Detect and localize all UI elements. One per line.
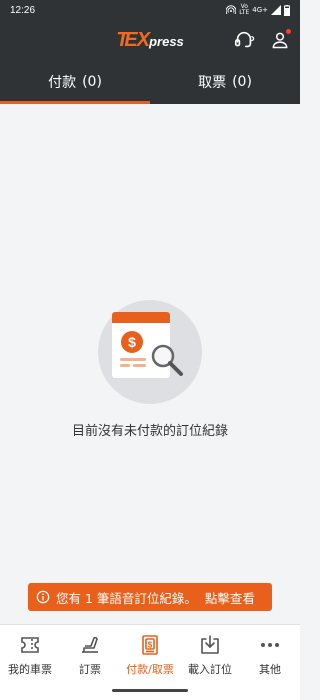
nav-my-tickets-label: 我的車票 [8,663,52,676]
notification-dot [286,29,291,34]
headset-icon [234,31,255,48]
voice-booking-notice[interactable]: 您有 1 筆語音訂位紀錄。 點擊查看 [28,583,272,611]
empty-payment-illustration: $ [98,300,202,404]
hotspot-icon [226,5,237,15]
svg-text:$: $ [148,641,153,650]
seat-icon [82,636,98,653]
battery-icon [284,4,290,16]
tab-bar: 付款 (0) 取票 (0) [0,60,300,104]
more-icon [261,643,279,647]
nav-payment-pickup-label: 付款/取票 [126,663,174,676]
empty-state: $ 目前沒有未付款的訂位紀錄 [0,104,300,574]
payment-icon: $ [142,635,158,655]
tab-pickup-count: (0) [232,74,252,90]
voice-notice-link[interactable]: 點擊查看 [205,588,255,607]
volte-bottom: LTE [239,9,250,16]
nav-booking[interactable]: 訂票 [60,625,120,682]
nav-my-tickets[interactable]: 我的車票 [0,625,60,682]
ticket-icon [21,637,39,653]
nav-other-label: 其他 [259,663,281,676]
status-time: 12:26 [10,4,36,16]
gesture-bar [0,682,300,700]
tab-pickup[interactable]: 取票 (0) [150,60,300,104]
app-header: T EX press [0,20,300,60]
tab-payment-label: 付款 [48,75,77,91]
home-gesture-handle[interactable] [112,689,188,692]
bottom-nav: 我的車票 訂票 $ 付款/取票 載入訂位 其他 [0,624,300,682]
status-bar: 12:26 Vo LTE 4G+ [0,0,300,20]
nav-booking-label: 訂票 [79,663,101,676]
empty-message: 目前沒有未付款的訂位紀錄 [71,424,228,439]
tab-payment[interactable]: 付款 (0) [0,60,150,104]
tab-payment-count: (0) [82,74,102,90]
nav-load-booking-label: 載入訂位 [188,663,232,676]
logo-press: press [149,33,184,49]
status-icons: Vo LTE 4G+ [226,4,290,16]
svg-text:$: $ [128,334,136,350]
logo-ex: EX [124,28,150,51]
nav-other[interactable]: 其他 [240,625,300,682]
voice-notice-text: 您有 1 筆語音訂位紀錄。 [56,590,197,606]
volte-label: Vo LTE [239,4,249,16]
info-icon [36,590,50,604]
signal-icon [271,5,281,15]
download-icon [201,635,219,654]
tab-pickup-label: 取票 [198,75,227,91]
nav-load-booking[interactable]: 載入訂位 [180,625,240,682]
nav-payment-pickup[interactable]: $ 付款/取票 [120,625,180,682]
header-actions [232,20,292,60]
customer-service-button[interactable] [232,28,256,52]
texpress-logo: T EX press [116,29,184,52]
network-type: 4G+ [252,5,268,14]
profile-button[interactable] [268,28,292,52]
